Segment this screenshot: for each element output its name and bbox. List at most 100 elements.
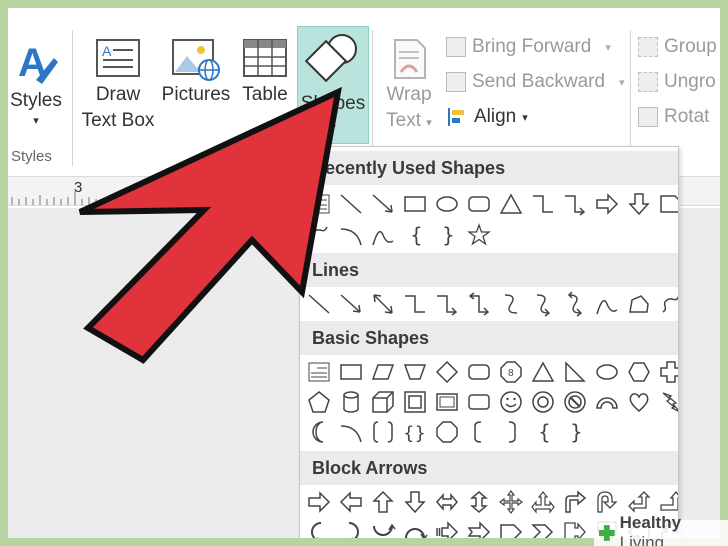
shape-right-brace[interactable]: } xyxy=(560,417,589,446)
send-backward-button[interactable]: Send Backward ▾ xyxy=(446,71,625,93)
shape-down-arrow[interactable] xyxy=(624,189,653,218)
shape-rounded-rectangle[interactable] xyxy=(464,357,493,386)
shape-block-down-arrow[interactable] xyxy=(400,487,429,516)
shape-notched-right-arrow[interactable] xyxy=(464,517,493,538)
shape-double-bracket[interactable] xyxy=(368,417,397,446)
shape-elbow-arrow[interactable] xyxy=(560,189,589,218)
shape-elbow-connector[interactable] xyxy=(400,289,429,318)
ruler-number: 3 xyxy=(74,179,83,196)
draw-text-box-button[interactable]: A Draw Text Box xyxy=(78,36,158,134)
shape-bevel[interactable] xyxy=(400,387,429,416)
shape-quad-arrow[interactable] xyxy=(496,487,525,516)
shape-curved-down-arrow[interactable] xyxy=(400,517,429,538)
shape-cross[interactable] xyxy=(656,357,678,386)
shape-heart[interactable] xyxy=(624,387,653,416)
shape-pentagon[interactable] xyxy=(304,387,333,416)
shape-line[interactable] xyxy=(336,189,365,218)
shape-cube[interactable] xyxy=(368,387,397,416)
group-button[interactable]: Group xyxy=(638,36,717,58)
shape-block-right-arrow[interactable] xyxy=(304,487,333,516)
shape-rectangle[interactable] xyxy=(336,357,365,386)
shape-moon[interactable] xyxy=(304,417,333,446)
shape-bent-up-arrow[interactable] xyxy=(656,487,678,516)
shape-triangle[interactable] xyxy=(496,189,525,218)
ungroup-button[interactable]: Ungro xyxy=(638,71,716,93)
shape-freeform-shape[interactable] xyxy=(624,289,653,318)
shape-curved-up-arrow[interactable] xyxy=(368,517,397,538)
shape-octagon[interactable]: 8 xyxy=(496,357,525,386)
shape-triangle[interactable] xyxy=(528,357,557,386)
shape-chevron[interactable] xyxy=(528,517,557,538)
pictures-button[interactable]: Pictures xyxy=(158,36,234,108)
shape-pentagon-arrow[interactable] xyxy=(496,517,525,538)
shape-scribble[interactable] xyxy=(656,289,678,318)
shape-double-arrow-line[interactable] xyxy=(368,289,397,318)
shape-left-up-arrow[interactable] xyxy=(624,487,653,516)
group-label: Group xyxy=(664,36,717,57)
shape-donut[interactable] xyxy=(528,387,557,416)
shape-curved-left-arrow[interactable] xyxy=(336,517,365,538)
shape-block-arc[interactable] xyxy=(592,387,621,416)
shape-oval[interactable] xyxy=(432,189,461,218)
shape-striped-right-arrow[interactable] xyxy=(432,517,461,538)
shape-elbow-arrow[interactable] xyxy=(432,289,461,318)
shape-left-right-arrow[interactable] xyxy=(432,487,461,516)
shape-bent-arrow[interactable] xyxy=(560,487,589,516)
shape-snip-corner[interactable] xyxy=(656,189,678,218)
shape-arrow-line[interactable] xyxy=(368,189,397,218)
shape-left-bracket[interactable] xyxy=(464,417,493,446)
shape-curved-arrow[interactable] xyxy=(528,289,557,318)
shape-right-brace[interactable]: } xyxy=(432,220,461,249)
shape-right-arrow-callout[interactable] xyxy=(560,517,589,538)
shape-left-brace[interactable]: { xyxy=(528,417,557,446)
shape-right-triangle[interactable] xyxy=(560,357,589,386)
shape-curved-double-arrow[interactable] xyxy=(560,289,589,318)
shape-elbow-double-arrow[interactable] xyxy=(464,289,493,318)
bring-forward-button[interactable]: Bring Forward ▾ xyxy=(446,36,611,58)
shape-parallelogram[interactable] xyxy=(368,357,397,386)
rotate-button[interactable]: Rotat xyxy=(638,106,709,128)
align-button[interactable]: Align ▾ xyxy=(446,106,528,128)
shape-frame[interactable] xyxy=(432,387,461,416)
shape-smiley-face[interactable] xyxy=(496,387,525,416)
shape-curve[interactable] xyxy=(368,220,397,249)
shape-line[interactable] xyxy=(304,289,333,318)
shape-block-left-arrow[interactable] xyxy=(336,487,365,516)
shape-double-brace[interactable]: {} xyxy=(400,417,429,446)
shape-arrow-line[interactable] xyxy=(336,289,365,318)
shape-lightning-bolt[interactable] xyxy=(656,387,678,416)
shape-u-turn-arrow[interactable] xyxy=(592,487,621,516)
shape-can[interactable] xyxy=(336,387,365,416)
shape-left-right-up-arrow[interactable] xyxy=(528,487,557,516)
table-button[interactable]: Table xyxy=(234,36,296,108)
shape-freeform[interactable] xyxy=(304,220,333,249)
shape-text-box[interactable] xyxy=(304,357,333,386)
shape-hexagon[interactable] xyxy=(624,357,653,386)
shape-star[interactable] xyxy=(464,220,493,249)
shape-curved-right-arrow[interactable] xyxy=(304,517,333,538)
shape-diamond[interactable] xyxy=(432,357,461,386)
wrap-label: Wrap xyxy=(386,84,432,105)
shape-rounded-rectangle[interactable] xyxy=(464,189,493,218)
shapes-button[interactable]: Shapes ▾ xyxy=(297,26,369,144)
shape-arc[interactable] xyxy=(336,417,365,446)
shape-text-box[interactable]: A xyxy=(304,189,333,218)
shape-curved-connector[interactable] xyxy=(496,289,525,318)
shape-plaque-octagon[interactable] xyxy=(432,417,461,446)
shape-no-symbol[interactable] xyxy=(560,387,589,416)
svg-text:8: 8 xyxy=(508,368,514,379)
shape-left-brace[interactable]: { xyxy=(400,220,429,249)
shape-block-up-arrow[interactable] xyxy=(368,487,397,516)
shape-curve[interactable] xyxy=(592,289,621,318)
shape-arc[interactable] xyxy=(336,220,365,249)
shape-oval[interactable] xyxy=(592,357,621,386)
shape-plaque[interactable] xyxy=(464,387,493,416)
styles-button[interactable]: A Styles ▾ xyxy=(8,36,64,128)
shape-right-arrow[interactable] xyxy=(592,189,621,218)
shape-rectangle[interactable] xyxy=(400,189,429,218)
shape-elbow-connector[interactable] xyxy=(528,189,557,218)
shape-up-down-arrow[interactable] xyxy=(464,487,493,516)
shape-right-bracket[interactable] xyxy=(496,417,525,446)
shape-trapezoid[interactable] xyxy=(400,357,429,386)
wrap-text-button[interactable]: Wrap Text ▾ xyxy=(378,36,440,136)
